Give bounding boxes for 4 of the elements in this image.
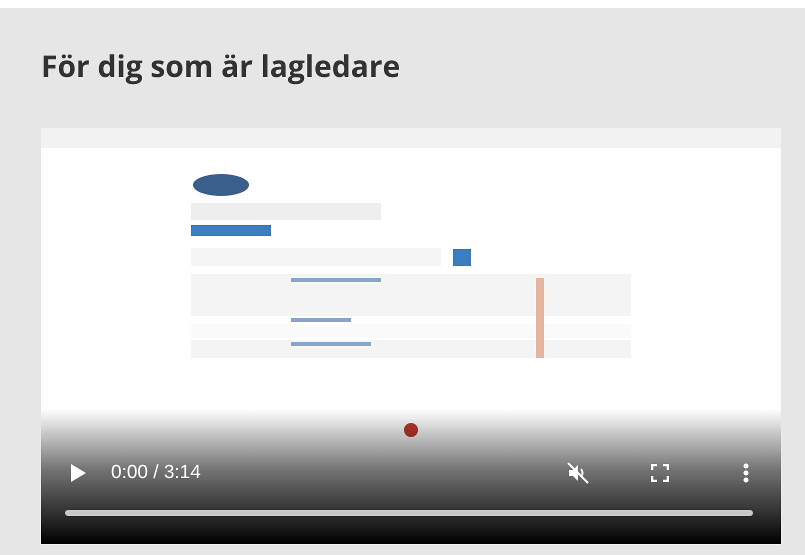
video-player[interactable]: 0:00 / 3:14 <box>41 128 781 544</box>
section-heading: För dig som är lagledare <box>41 46 402 86</box>
time-display: 0:00 / 3:14 <box>111 462 201 484</box>
muted-speaker-icon[interactable] <box>565 460 591 486</box>
